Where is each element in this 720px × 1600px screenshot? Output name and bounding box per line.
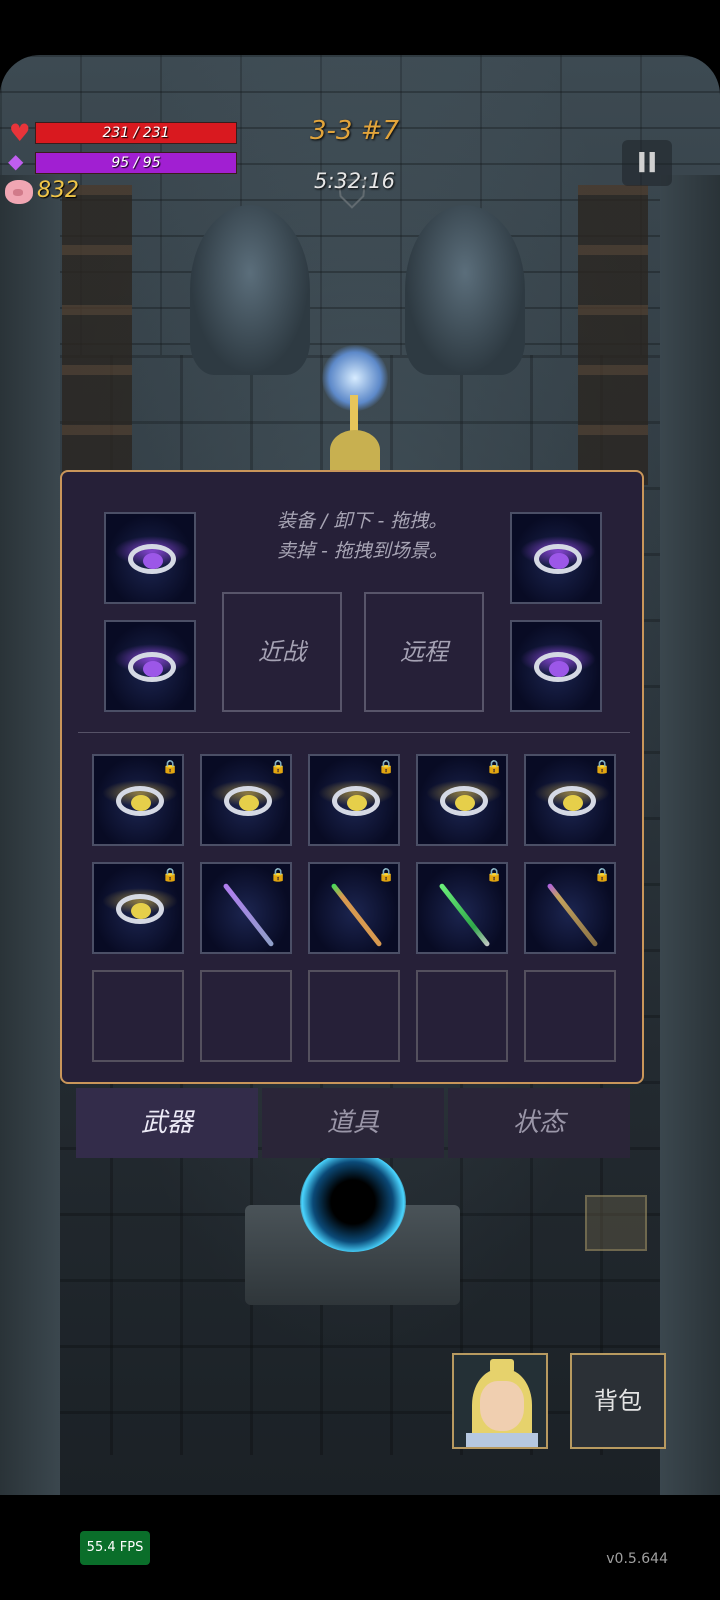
gold-ring-icon xyxy=(116,894,164,924)
character-face xyxy=(480,1381,524,1431)
equipped-ring-slot[interactable] xyxy=(510,512,602,604)
inventory-slot[interactable]: 🔒 xyxy=(200,862,292,954)
hint-sell: 卖掉 - 拖拽到场景。 xyxy=(277,540,448,562)
inventory-slot[interactable]: 🔒 xyxy=(524,754,616,846)
purple-flower-ring-icon xyxy=(128,652,176,682)
gold-count: 832 xyxy=(37,178,79,203)
fps-counter: 55.4 FPS xyxy=(80,1531,150,1565)
equipped-ring-slot[interactable] xyxy=(104,512,196,604)
inventory-tabs: 武器 道具 状态 xyxy=(76,1088,630,1158)
character-portrait-button[interactable] xyxy=(452,1353,548,1449)
inventory-slot[interactable]: 🔒 xyxy=(200,754,292,846)
empty-inventory-slot[interactable] xyxy=(416,970,508,1062)
heart-icon: ♥ xyxy=(9,119,31,147)
lock-icon: 🔒 xyxy=(378,760,395,775)
melee-weapon-slot[interactable]: 近战 xyxy=(222,592,342,712)
gold-ring-icon xyxy=(224,786,272,816)
purple-flower-ring-icon xyxy=(534,652,582,682)
piggy-bank-icon xyxy=(5,180,33,204)
right-bookshelf xyxy=(578,185,648,485)
gold-ring-icon xyxy=(116,786,164,816)
hero-staff xyxy=(350,395,358,435)
lock-icon: 🔒 xyxy=(270,868,287,883)
inventory-hint: 装备 / 卸下 - 拖拽。 卖掉 - 拖拽到场景。 xyxy=(277,506,448,566)
purple-flower-ring-icon xyxy=(534,544,582,574)
inventory-slot[interactable]: 🔒 xyxy=(308,754,400,846)
equipped-ring-slot[interactable] xyxy=(104,620,196,712)
hint-equip: 装备 / 卸下 - 拖拽。 xyxy=(277,510,448,532)
inventory-panel: 装备 / 卸下 - 拖拽。 卖掉 - 拖拽到场景。 近战 远程 🔒 🔒 🔒 🔒 … xyxy=(60,470,644,1084)
pause-button[interactable]: II xyxy=(622,140,672,186)
lock-icon: 🔒 xyxy=(378,868,395,883)
tab-weapons[interactable]: 武器 xyxy=(76,1088,258,1158)
crate-icon[interactable] xyxy=(585,1195,647,1251)
empty-inventory-slot[interactable] xyxy=(200,970,292,1062)
inventory-slot[interactable]: 🔒 xyxy=(416,862,508,954)
stage-label: 3-3 #7 xyxy=(310,116,400,146)
run-timer: 5:32:16 xyxy=(314,169,395,193)
inventory-slot[interactable]: 🔒 xyxy=(92,754,184,846)
right-wall xyxy=(660,175,720,1495)
purple-gem-staff-icon xyxy=(546,882,599,948)
tab-status[interactable]: 状态 xyxy=(448,1088,630,1158)
hp-bar: 231 / 231 xyxy=(35,122,237,144)
lock-icon: 🔒 xyxy=(270,760,287,775)
mana-icon: ◆ xyxy=(8,149,24,173)
gold-ring-icon xyxy=(548,786,596,816)
lock-icon: 🔒 xyxy=(162,868,179,883)
inventory-slot[interactable]: 🔒 xyxy=(308,862,400,954)
lock-icon: 🔒 xyxy=(486,760,503,775)
left-bookshelf xyxy=(62,185,132,485)
tab-items[interactable]: 道具 xyxy=(262,1088,444,1158)
equipped-ring-slot[interactable] xyxy=(510,620,602,712)
green-staff-icon xyxy=(330,882,383,948)
gold-ring-icon xyxy=(440,786,488,816)
empty-inventory-slot[interactable] xyxy=(308,970,400,1062)
left-wall xyxy=(0,175,60,1495)
gold-ring-icon xyxy=(332,786,380,816)
purple-staff-icon xyxy=(222,882,275,948)
panel-divider xyxy=(78,732,630,733)
lock-icon: 🔒 xyxy=(594,760,611,775)
empty-inventory-slot[interactable] xyxy=(524,970,616,1062)
inventory-slot[interactable]: 🔒 xyxy=(524,862,616,954)
version-label: v0.5.644 xyxy=(606,1551,668,1567)
lock-icon: 🔒 xyxy=(594,868,611,883)
mp-text: 95 / 95 xyxy=(111,155,161,171)
portal[interactable] xyxy=(300,1152,406,1252)
inventory-slot[interactable]: 🔒 xyxy=(92,862,184,954)
left-gargoyle-statue xyxy=(190,205,310,375)
pause-icon: II xyxy=(636,146,658,179)
inventory-slot[interactable]: 🔒 xyxy=(416,754,508,846)
hero-character xyxy=(330,430,380,470)
hp-text: 231 / 231 xyxy=(102,125,170,141)
bag-button[interactable]: 背包 xyxy=(570,1353,666,1449)
purple-flower-ring-icon xyxy=(128,544,176,574)
lock-icon: 🔒 xyxy=(162,760,179,775)
right-gargoyle-statue xyxy=(405,205,525,375)
mp-bar: 95 / 95 xyxy=(35,152,237,174)
green-sword-icon xyxy=(438,882,491,948)
ranged-weapon-slot[interactable]: 远程 xyxy=(364,592,484,712)
lock-icon: 🔒 xyxy=(486,868,503,883)
empty-inventory-slot[interactable] xyxy=(92,970,184,1062)
